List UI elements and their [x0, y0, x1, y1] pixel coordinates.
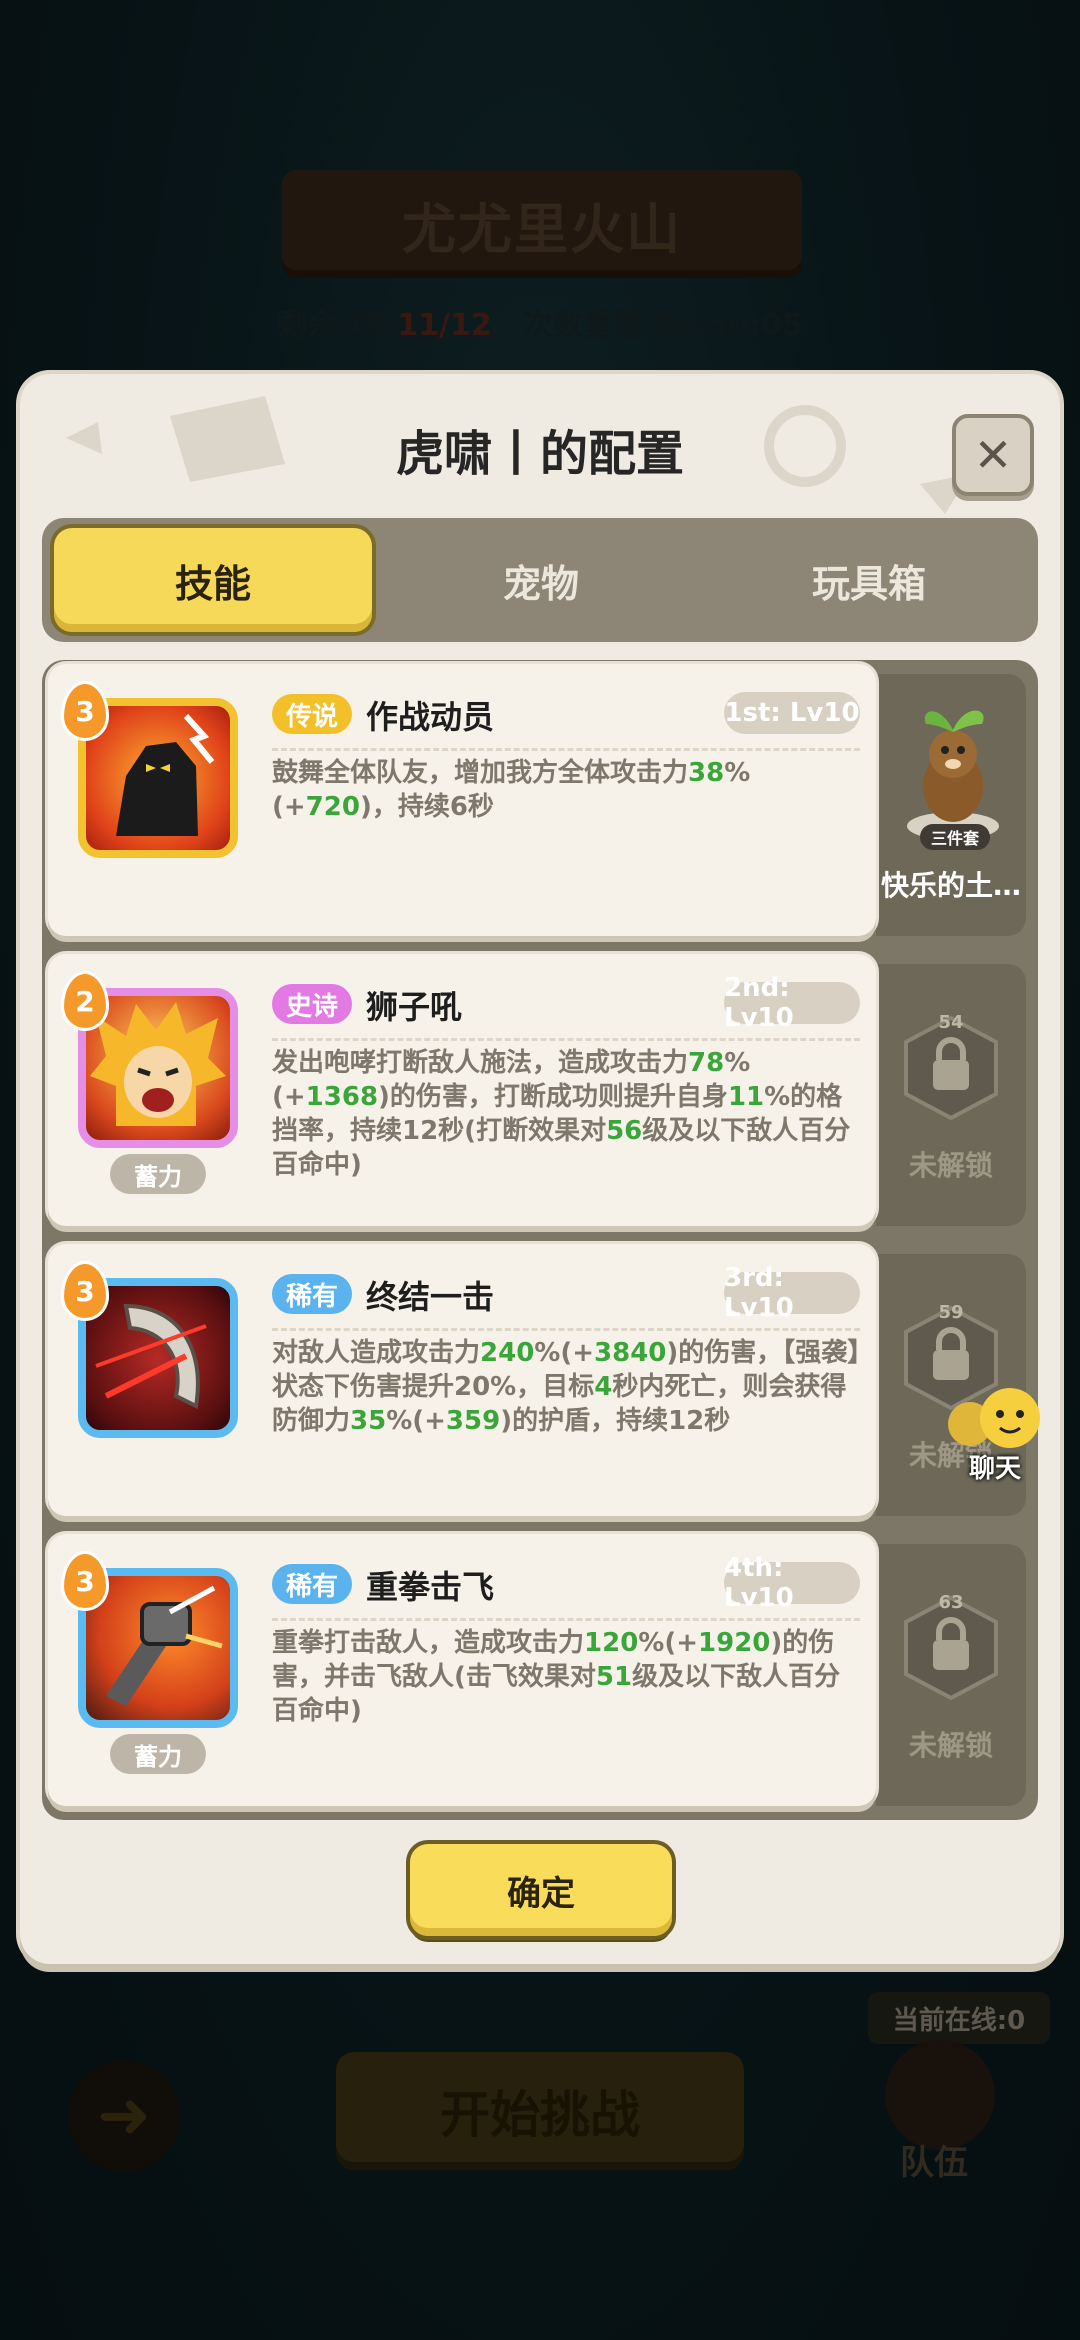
- confirm-button[interactable]: 确定: [410, 1844, 672, 1936]
- description-text: %(+: [534, 1338, 595, 1368]
- skill-card[interactable]: 3 蓄力 稀有 重拳击飞 4th: Lv10 重拳打击敌人，造成攻击力120%(…: [48, 1534, 876, 1806]
- skill-card[interactable]: 3 传说 作战动员 1st: Lv10 鼓舞全体队友，增加我方全体攻击力38%(…: [48, 664, 876, 936]
- unlock-level: 54: [938, 1012, 964, 1033]
- locked-slot[interactable]: 63 未解锁: [876, 1544, 1026, 1806]
- tab-bar: 技能 宠物 玩具箱: [42, 518, 1038, 642]
- close-icon: ✕: [973, 428, 1013, 482]
- rarity-badge: 史诗: [272, 984, 353, 1024]
- description-text: 鼓舞全体队友，增加我方全体攻击力: [272, 758, 689, 788]
- rarity-badge: 稀有: [272, 1274, 353, 1314]
- value-highlight: 78: [688, 1048, 725, 1078]
- skill-name: 狮子吼: [366, 988, 463, 1026]
- unlock-level: 63: [938, 1592, 964, 1613]
- battle-rally-icon: [116, 713, 215, 836]
- value-highlight: 38: [688, 758, 725, 788]
- divider: [272, 748, 860, 751]
- skill-row[interactable]: 54 未解锁 2 蓄力 史诗 狮子吼 2nd: Lv10 发出咆哮打断敌人施法，…: [48, 954, 1026, 1226]
- rarity-badge: 传说: [272, 694, 353, 734]
- rarity-badge: 稀有: [272, 1564, 353, 1604]
- charge-tag: 蓄力: [110, 1154, 206, 1194]
- config-dialog: 虎啸丨的配置 ✕ 技能 宠物 玩具箱 三件套 快乐的土… 3 传说 作战动员 1…: [20, 374, 1060, 1964]
- value-highlight: 56: [606, 1116, 643, 1146]
- value-highlight: 4: [594, 1372, 613, 1402]
- value-highlight: 51: [595, 1662, 633, 1692]
- charge-tag: 蓄力: [110, 1734, 206, 1774]
- pet-slot[interactable]: 三件套 快乐的土…: [876, 674, 1026, 936]
- value-highlight: 720: [305, 792, 360, 822]
- divider: [272, 1038, 860, 1041]
- pet-name: 快乐的土…: [880, 869, 1021, 902]
- tab-pets[interactable]: 宠物: [382, 528, 700, 632]
- description-text: %(+: [386, 1406, 446, 1436]
- value-highlight: 120: [584, 1628, 639, 1658]
- description-text: 对敌人造成攻击力: [272, 1338, 481, 1368]
- description-text: 发出咆哮打断敌人施法，造成攻击力: [272, 1048, 689, 1078]
- locked-label: 未解锁: [908, 1729, 993, 1762]
- skill-row[interactable]: 63 未解锁 3 蓄力 稀有 重拳击飞 4th: Lv10 重拳打击敌人，造成攻…: [48, 1534, 1026, 1806]
- value-highlight: 1368: [305, 1082, 379, 1112]
- slot-level: 4th: Lv10: [724, 1553, 860, 1613]
- skill-card[interactable]: 2 蓄力 史诗 狮子吼 2nd: Lv10 发出咆哮打断敌人施法，造成攻击力78…: [48, 954, 876, 1226]
- chat-button[interactable]: 聊天: [940, 1388, 1050, 1488]
- description-text: 重拳打击敌人，造成攻击力: [272, 1628, 585, 1658]
- divider: [272, 1618, 860, 1621]
- description-text: )，持续6秒: [359, 792, 494, 822]
- close-button[interactable]: ✕: [952, 414, 1034, 496]
- skill-card[interactable]: 3 稀有 终结一击 3rd: Lv10 对敌人造成攻击力240%(+3840)的…: [48, 1244, 876, 1516]
- divider: [272, 1328, 860, 1331]
- value-highlight: 359: [445, 1406, 501, 1436]
- skill-level-badge: 2: [64, 974, 106, 1028]
- skill-description: 对敌人造成攻击力240%(+3840)的伤害，【强袭】状态下伤害提升20%，目标…: [272, 1336, 862, 1438]
- skill-level-badge: 3: [64, 1554, 106, 1608]
- chat-label: 聊天: [968, 1454, 1021, 1484]
- skill-name: 重拳击飞: [366, 1568, 495, 1606]
- slot-level: 1st: Lv10: [724, 692, 860, 734]
- heavy-punch-icon: [106, 1585, 223, 1706]
- skill-level-badge: 3: [64, 684, 106, 738]
- tab-skills[interactable]: 技能: [54, 528, 372, 632]
- skill-name: 终结一击: [366, 1278, 495, 1316]
- tab-toybox[interactable]: 玩具箱: [710, 528, 1028, 632]
- value-highlight: 1920: [698, 1628, 771, 1658]
- skill-description: 鼓舞全体队友，增加我方全体攻击力38%(+720)，持续6秒: [272, 756, 862, 824]
- finishing-blow-icon: [95, 1303, 207, 1410]
- slot-level: 3rd: Lv10: [724, 1263, 860, 1323]
- lion-roar-icon: [90, 1002, 226, 1126]
- pet-set-tag: 三件套: [920, 824, 990, 850]
- slot-level: 2nd: Lv10: [724, 973, 860, 1033]
- description-text: )的护盾，持续12秒: [500, 1406, 731, 1436]
- locked-slot[interactable]: 54 未解锁: [876, 964, 1026, 1226]
- description-text: )的伤害，打断成功则提升自身: [378, 1082, 728, 1112]
- skill-description: 发出咆哮打断敌人施法，造成攻击力78%(+1368)的伤害，打断成功则提升自身1…: [272, 1046, 862, 1182]
- unlock-level: 59: [938, 1302, 964, 1323]
- skill-row[interactable]: 三件套 快乐的土… 3 传说 作战动员 1st: Lv10 鼓舞全体队友，增加我…: [48, 664, 1026, 936]
- value-highlight: 240: [480, 1338, 535, 1368]
- skill-description: 重拳打击敌人，造成攻击力120%(+1920)的伤害，并击飞敌人(击飞效果对51…: [272, 1626, 862, 1728]
- skill-name: 作战动员: [366, 698, 495, 736]
- skill-row[interactable]: 59 未解锁 3 稀有 终结一击 3rd: Lv10 对敌人造成攻击力240%(…: [48, 1244, 1026, 1516]
- value-highlight: 3840: [594, 1338, 667, 1368]
- value-highlight: 11: [727, 1082, 765, 1112]
- skill-level-badge: 3: [64, 1264, 106, 1318]
- locked-label: 未解锁: [908, 1149, 993, 1182]
- value-highlight: 35: [350, 1406, 387, 1436]
- pet-avatar-icon: [907, 710, 999, 840]
- dialog-title: 虎啸丨的配置: [395, 426, 684, 482]
- description-text: %(+: [638, 1628, 699, 1658]
